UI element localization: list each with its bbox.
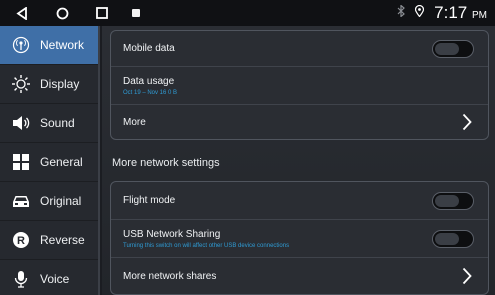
home-icon[interactable] bbox=[48, 0, 76, 26]
more-network-shares-label: More network shares bbox=[123, 270, 217, 282]
flight-mode-toggle[interactable] bbox=[432, 191, 474, 210]
sidebar-item-reverse[interactable]: R Reverse bbox=[0, 221, 98, 260]
more-row[interactable]: More bbox=[111, 105, 488, 139]
data-usage-label: Data usage bbox=[123, 75, 175, 87]
clock: 7:17 PM bbox=[434, 3, 487, 23]
toggle-knob bbox=[435, 42, 459, 55]
back-icon[interactable] bbox=[8, 0, 36, 26]
reverse-icon: R bbox=[8, 230, 34, 250]
settings-content: Mobile data Data usage Oct 19 – Nov 16 0… bbox=[102, 26, 495, 295]
sidebar-item-label: General bbox=[40, 155, 83, 169]
data-usage-subtitle: Oct 19 – Nov 16 0 B bbox=[123, 89, 178, 96]
sidebar-item-general[interactable]: General bbox=[0, 143, 98, 182]
sidebar-item-label: Display bbox=[40, 77, 80, 91]
sidebar-item-sound[interactable]: Sound bbox=[0, 104, 98, 143]
clock-suffix: PM bbox=[472, 10, 487, 21]
sidebar-item-original[interactable]: Original bbox=[0, 182, 98, 221]
toggle-knob bbox=[435, 194, 459, 207]
network-icon bbox=[8, 35, 34, 55]
more-network-shares-row[interactable]: More network shares bbox=[111, 258, 488, 294]
chevron-right-icon bbox=[462, 267, 472, 285]
status-bar: 7:17 PM bbox=[0, 0, 495, 26]
voice-icon bbox=[8, 269, 34, 289]
usb-sharing-toggle[interactable] bbox=[432, 229, 474, 248]
mobile-data-toggle[interactable] bbox=[432, 39, 474, 58]
section-title: More network settings bbox=[112, 157, 220, 169]
sidebar-item-label: Sound bbox=[40, 116, 75, 130]
sidebar-item-voice[interactable]: Voice bbox=[0, 260, 98, 295]
flight-mode-row[interactable]: Flight mode bbox=[111, 182, 488, 220]
display-icon bbox=[8, 74, 34, 94]
sidebar-item-label: Voice bbox=[40, 272, 70, 286]
more-label: More bbox=[123, 116, 146, 128]
notification-icon bbox=[132, 9, 140, 17]
recent-apps-icon[interactable] bbox=[88, 0, 116, 26]
usb-sharing-row[interactable]: USB Network Sharing Turning this switch … bbox=[111, 220, 488, 258]
more-network-settings-card: Flight mode USB Network Sharing Turning … bbox=[110, 181, 489, 295]
sound-icon bbox=[8, 113, 34, 133]
sidebar-item-network[interactable]: Network bbox=[0, 26, 98, 65]
clock-time: 7:17 bbox=[434, 3, 468, 22]
sidebar-item-display[interactable]: Display bbox=[0, 65, 98, 104]
toggle-knob bbox=[435, 232, 459, 245]
chevron-right-icon bbox=[462, 113, 472, 131]
original-icon bbox=[8, 191, 34, 211]
bluetooth-icon bbox=[397, 4, 406, 22]
data-usage-row[interactable]: Data usage Oct 19 – Nov 16 0 B bbox=[111, 67, 488, 105]
sidebar-item-label: Network bbox=[40, 38, 85, 52]
location-icon bbox=[415, 4, 425, 22]
sidebar-item-label: Reverse bbox=[40, 233, 85, 247]
mobile-data-row[interactable]: Mobile data bbox=[111, 31, 488, 67]
sidebar-item-label: Original bbox=[40, 194, 82, 208]
svg-text:R: R bbox=[17, 235, 25, 247]
sidebar: Network Display Sound General Original R… bbox=[0, 26, 100, 295]
general-icon bbox=[8, 152, 34, 172]
mobile-network-card: Mobile data Data usage Oct 19 – Nov 16 0… bbox=[110, 30, 489, 140]
